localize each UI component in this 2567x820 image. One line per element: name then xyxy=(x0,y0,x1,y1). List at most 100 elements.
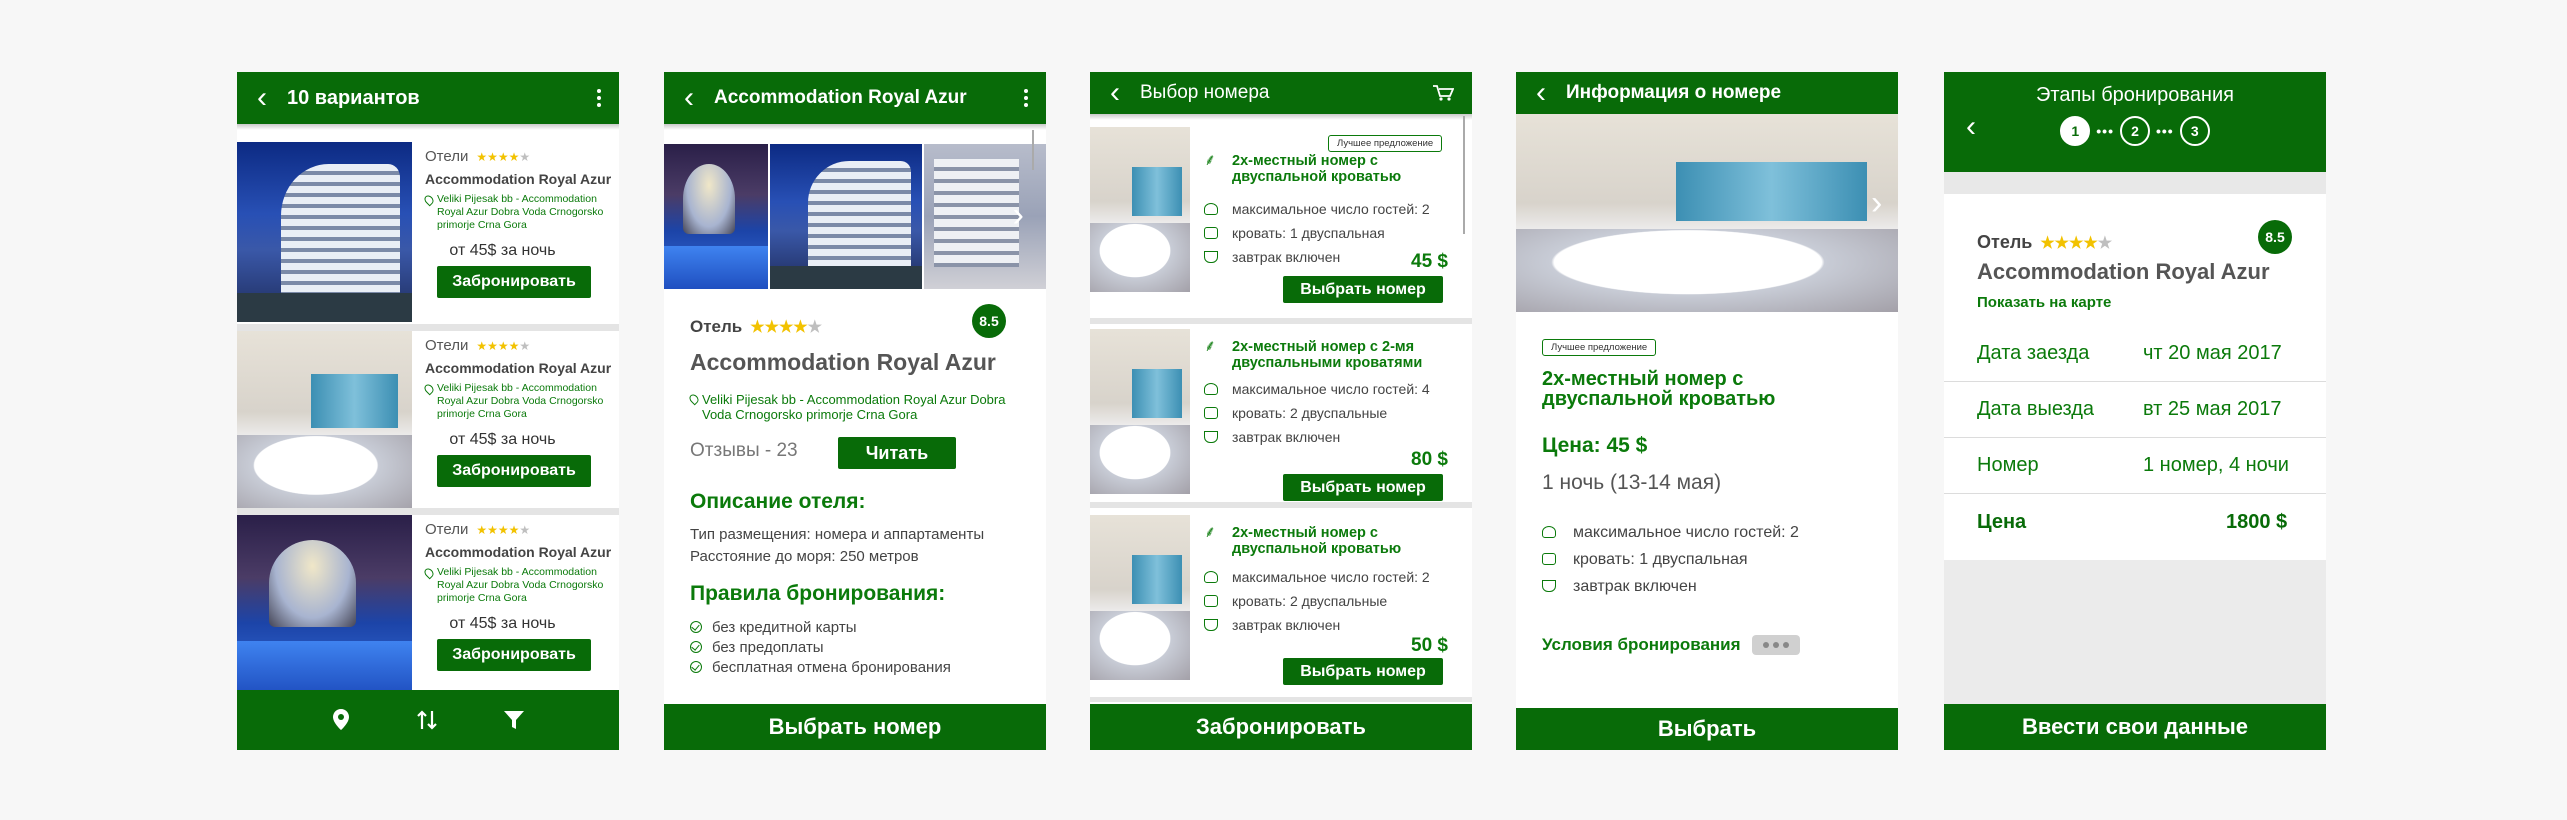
room-photo[interactable] xyxy=(1090,515,1190,680)
room-name: 2х-местный номер с 2-мя двуспальными кро… xyxy=(1232,339,1423,371)
location-pin-icon xyxy=(422,566,436,580)
star-rating: ★★★★★ xyxy=(476,149,531,164)
room-photo[interactable] xyxy=(1090,329,1190,494)
chevron-right-icon[interactable]: › xyxy=(1871,184,1882,223)
step-dots: ••• xyxy=(2156,123,2174,139)
row-value: 1 номер, 4 ночи xyxy=(2143,454,2289,476)
gallery-photo[interactable] xyxy=(924,144,1046,289)
breakfast-icon xyxy=(1204,251,1218,263)
room-card[interactable]: Лучшее предложение ⸙ 2х-местный номер с … xyxy=(1090,127,1472,307)
hotel-price: от 45$ за ночь xyxy=(449,431,556,448)
room-price: Цена: 45 $ xyxy=(1542,434,1648,457)
bed-icon xyxy=(1542,553,1556,565)
photo-gallery[interactable]: › xyxy=(664,144,1046,289)
screen-title: Accommodation Royal Azur xyxy=(714,87,967,108)
step-1[interactable]: 1 xyxy=(2060,116,2091,146)
location-pin-icon xyxy=(422,382,436,396)
scrollbar[interactable] xyxy=(1032,130,1034,170)
hotel-card[interactable]: Отели ★★★★★ Accommodation Royal Azur Veli… xyxy=(237,142,619,322)
card-divider xyxy=(1090,318,1472,324)
select-button[interactable]: Выбрать xyxy=(1516,708,1898,750)
chevron-right-icon[interactable]: › xyxy=(1013,196,1024,235)
room-breakfast: завтрак включен xyxy=(1232,617,1341,633)
room-bed: кровать: 2 двуспальные xyxy=(1232,593,1388,609)
book-button[interactable]: Забронировать xyxy=(437,455,591,487)
room-guests: максимальное число гостей: 2 xyxy=(1232,569,1430,585)
room-name: 2х-местный номер с двуспальной кроватью xyxy=(1232,153,1402,185)
appbar-shadow xyxy=(237,124,619,130)
hotel-card[interactable]: Отели ★★★★★ Accommodation Royal Azur Veli… xyxy=(237,515,619,695)
room-photo[interactable] xyxy=(1090,127,1190,292)
empty-area xyxy=(1944,560,2326,708)
enter-details-button[interactable]: Ввести свои данные xyxy=(1944,704,2326,750)
hotel-photo[interactable] xyxy=(237,515,412,695)
select-room-button[interactable]: Выбрать номер xyxy=(1283,658,1443,685)
hotel-name: Accommodation Royal Azur xyxy=(425,360,612,376)
room-price: 50 $ xyxy=(1411,635,1448,656)
room-photo[interactable] xyxy=(1516,114,1898,312)
step-3[interactable]: 3 xyxy=(2179,116,2210,146)
app-bar: Этапы бронирования ‹ 1 ••• 2 ••• 3 xyxy=(1944,72,2326,172)
row-value: чт 20 мая 2017 xyxy=(2143,342,2282,364)
more-menu-icon[interactable] xyxy=(1006,72,1046,124)
hotel-category: Отели xyxy=(425,521,469,538)
room-type-icon: ⸙ xyxy=(1204,524,1217,541)
hotel-category: Отели xyxy=(425,337,469,354)
hotel-category-row: Отель ★★★★★ xyxy=(1977,232,2112,253)
appbar-shadow xyxy=(1090,114,1472,120)
more-menu-icon[interactable] xyxy=(579,72,619,124)
hotel-photo[interactable] xyxy=(237,331,412,511)
select-room-button[interactable]: Выбрать номер xyxy=(1283,276,1443,303)
select-room-button[interactable]: Выбрать номер xyxy=(1283,474,1443,501)
section-gap xyxy=(1944,172,2326,194)
breakfast-icon xyxy=(1542,580,1556,592)
row-label: Дата заезда xyxy=(1977,342,2090,364)
row-value: 1800 $ xyxy=(2226,510,2288,533)
guests-icon xyxy=(1542,526,1556,538)
back-arrow-icon[interactable]: ‹ xyxy=(1516,72,1566,114)
step-2[interactable]: 2 xyxy=(2120,116,2150,146)
gallery-photo[interactable] xyxy=(770,144,922,289)
book-button[interactable]: Забронировать xyxy=(437,639,591,671)
rule-item: без кредитной карты xyxy=(690,617,951,637)
hotel-name: Accommodation Royal Azur xyxy=(425,171,612,187)
room-bed: кровать: 2 двуспальные xyxy=(1232,405,1388,421)
back-arrow-icon[interactable]: ‹ xyxy=(664,72,714,124)
hotel-name: Accommodation Royal Azur xyxy=(1977,259,2270,284)
map-pin-icon[interactable] xyxy=(331,708,351,732)
rules-list: без кредитной карты без предоплаты беспл… xyxy=(690,617,951,677)
checkin-row: Дата заезда чт 20 мая 2017 xyxy=(1944,326,2326,382)
room-card[interactable]: ⸙ 2х-местный номер с 2-мя двуспальными к… xyxy=(1090,329,1472,509)
hotel-category: Отели xyxy=(425,148,469,165)
bed-icon xyxy=(1204,595,1218,607)
hotel-photo[interactable] xyxy=(237,142,412,322)
row-label: Цена xyxy=(1977,510,2027,533)
gallery-photo[interactable] xyxy=(664,144,768,289)
filter-icon[interactable] xyxy=(503,709,525,731)
back-arrow-icon[interactable]: ‹ xyxy=(237,72,287,124)
room-name: 2х-местный номер с двуспальной кроватью xyxy=(1232,525,1402,557)
bed-icon xyxy=(1204,407,1218,419)
room-breakfast: завтрак включен xyxy=(1573,578,1697,595)
more-dots-icon[interactable] xyxy=(1752,635,1800,655)
show-on-map-link[interactable]: Показать на карте xyxy=(1977,294,2111,311)
sort-icon[interactable] xyxy=(416,709,438,731)
rule-text: без кредитной карты xyxy=(712,618,857,636)
description-line: Тип размещения: номера и аппартаменты xyxy=(690,526,985,543)
hotel-card[interactable]: Отели ★★★★★ Accommodation Royal Azur Veli… xyxy=(237,331,619,511)
cart-icon[interactable] xyxy=(1432,84,1454,102)
select-room-button[interactable]: Выбрать номер xyxy=(664,704,1046,750)
room-type-icon: ⸙ xyxy=(1204,338,1217,355)
description-line: Расстояние до моря: 250 метров xyxy=(690,548,919,565)
check-icon xyxy=(690,661,702,673)
room-card[interactable]: ⸙ 2х-местный номер с двуспальной кровать… xyxy=(1090,515,1472,695)
checkout-row: Дата выезда вт 25 мая 2017 xyxy=(1944,382,2326,438)
booking-conditions-link[interactable]: Условия бронирования xyxy=(1542,635,1741,655)
book-button[interactable]: Забронировать xyxy=(1090,704,1472,750)
room-guests: максимальное число гостей: 2 xyxy=(1573,524,1799,541)
back-arrow-icon[interactable]: ‹ xyxy=(1090,72,1140,114)
room-price: 45 $ xyxy=(1411,251,1448,272)
read-reviews-button[interactable]: Читать xyxy=(838,437,956,469)
book-button[interactable]: Забронировать xyxy=(437,266,591,298)
bed-icon xyxy=(1204,227,1218,239)
